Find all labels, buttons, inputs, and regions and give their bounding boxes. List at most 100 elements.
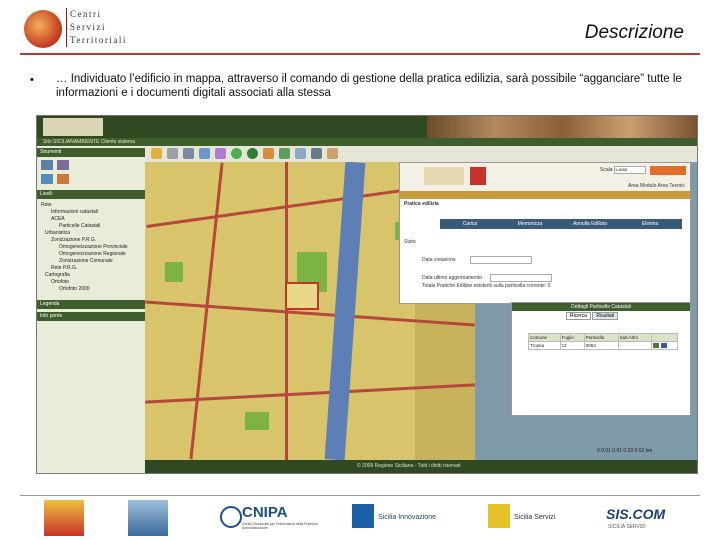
tab-results[interactable]: Risultati [592,312,619,320]
layer-item[interactable]: Zonizzazione P.R.G. [51,237,96,243]
dialog-subheader-bar [400,191,690,199]
layer-item[interactable]: ACEA [51,216,65,222]
table-row[interactable]: Tropea 12 0053 - [528,341,678,350]
col-header: Comune [528,333,561,342]
table-cell: 12 [559,341,585,350]
col-header-actions [651,333,678,342]
edit-icon[interactable] [653,342,660,348]
cnipa-tagline: Centro Nazionale per l'Informatica nella… [242,522,318,530]
dialog-title: Pratica edilizia [404,201,439,207]
gis-application-screenshot: Sito SICILIANAMBIENTE Cliente sistema St… [36,115,698,474]
section-label: Stato [404,239,416,245]
edit-icon[interactable] [263,148,274,159]
layer-item[interactable]: Zonizzazione Comunale [59,258,113,264]
footer-divider [20,495,700,496]
table-cell: 0053 [583,341,619,350]
selected-building[interactable] [285,282,319,310]
select-icon[interactable] [183,148,194,159]
logo-line-1: Centri [70,9,102,19]
layer-item[interactable]: Omogeneizzazione Provinciale [59,244,128,250]
layer-item[interactable]: Ortofoto 2000 [59,286,90,292]
draw-icon[interactable] [199,148,210,159]
update-date-field[interactable] [490,274,552,282]
siscom-logo: SIS.COM SICILIA SERVIZI [604,500,684,536]
cancel-button[interactable]: Annulla Edilizia [560,219,620,229]
layer-item[interactable]: Omogeneizzazione Regionale [59,251,126,257]
dialog-button-bar: Carica Memorizza Annulla Edilizia Elimin… [440,219,682,229]
header-banner-image [427,116,697,138]
dialog-note: Totale Pratiche Edilizie esistenti sulla… [422,283,551,289]
regione-sicilia-logo [44,500,84,536]
cnipa-wordmark: CNIPA [242,504,288,521]
creation-date-label: Data creazione [422,257,456,263]
cnipa-logo: CNIPA Centro Nazionale per l'Informatica… [218,500,318,536]
left-panel: Strumenti Livelli Rete Informazioni cata… [37,146,145,473]
menubar-text[interactable]: Sito SICILIANAMBIENTE Cliente sistema [43,138,135,146]
tool-icon[interactable] [41,160,53,170]
layer-item[interactable]: Particelle Catastali [59,223,100,229]
panel-title-tools[interactable]: Strumenti [37,148,145,157]
app-header [37,116,697,138]
measure-icon[interactable] [215,148,226,159]
map-toolbar [145,146,697,163]
tool-icon[interactable] [57,174,69,184]
scale-tick: 0.01 [601,448,611,454]
status-text: © 2009 Regione Siciliana - Tutti i dirit… [357,463,461,469]
layer-item[interactable]: Informazioni catastali [51,209,98,215]
creation-date-field[interactable] [470,256,532,264]
layer-item[interactable]: Ortofoto [51,279,69,285]
info-icon[interactable] [247,148,258,159]
globe-icon[interactable] [231,148,242,159]
panel-title-legend[interactable]: Legenda [37,300,145,309]
sicilia-servizi-logo: Sicilia Servizi [486,500,566,536]
layer-icon[interactable] [311,148,322,159]
scale-select[interactable]: 1:4000 [614,166,646,174]
table-cell: - [617,341,653,350]
user-links[interactable]: Area Modulo Area Tecnici [628,183,685,189]
scale-label: Scala [600,167,613,173]
sicilia-innovazione-logo: Sicilia Innovazione [350,500,440,536]
layer-item[interactable]: Rete [41,202,52,208]
font-size-buttons[interactable] [650,166,686,175]
zoom-icon[interactable] [279,148,290,159]
green-area [245,412,269,430]
col-header: Sub Altro [617,333,653,342]
scale-unit: km [645,448,653,454]
scale-bar: 0 0.01 0.01 0.03 0.02 km [597,448,652,454]
print-icon[interactable] [295,148,306,159]
load-button[interactable]: Carica [440,219,500,229]
row-action-icons[interactable] [651,341,678,350]
layer-item[interactable]: Urbanistica [45,230,70,236]
scale-tick: 0.01 [612,448,623,454]
layer-item[interactable]: Rete P.R.G. [51,265,77,271]
pan-hand-icon[interactable] [151,148,162,159]
slide-title: Descrizione [584,22,684,43]
bullet-marker: • [30,74,34,86]
tool-icon[interactable] [41,174,53,184]
tab-search[interactable]: Ricerca [566,312,591,320]
logo-wordmark: Centri Servizi Territoriali [66,8,127,47]
centri-servizi-territoriali-logo: Centri Servizi Territoriali [22,6,130,52]
layer-item[interactable]: Cartografia [45,272,70,278]
panel-title-info[interactable]: Info ponte [37,312,145,321]
dialog-header: Scala 1:4000 Area Modulo Area Tecnici [400,163,690,191]
cadastral-details-panel: Dettagli Particelle Catastali Ricerca Ri… [511,302,691,416]
home-icon[interactable] [327,148,338,159]
table-cell: Tropea [528,341,561,350]
zoom-icon[interactable] [660,342,667,348]
panel-tabs: Ricerca Risultati [566,312,619,320]
panel-title-layers[interactable]: Livelli [37,190,145,199]
scale-tick: 0 [597,448,600,454]
sicilia-innovazione-icon [352,504,374,528]
delete-button[interactable]: Elimina [620,219,680,229]
scale-tick: 0.03 [623,448,634,454]
tool-icon[interactable] [57,160,69,170]
pointer-icon[interactable] [167,148,178,159]
col-header: Foglio [559,333,585,342]
siscom-tagline: SICILIA SERVIZI [608,524,646,530]
app-menubar [37,138,697,146]
building-permit-dialog: Scala 1:4000 Area Modulo Area Tecnici Pr… [399,162,691,304]
river-channel [324,162,366,460]
save-button[interactable]: Memorizza [500,219,560,229]
sicilia-servizi-icon [488,504,510,528]
